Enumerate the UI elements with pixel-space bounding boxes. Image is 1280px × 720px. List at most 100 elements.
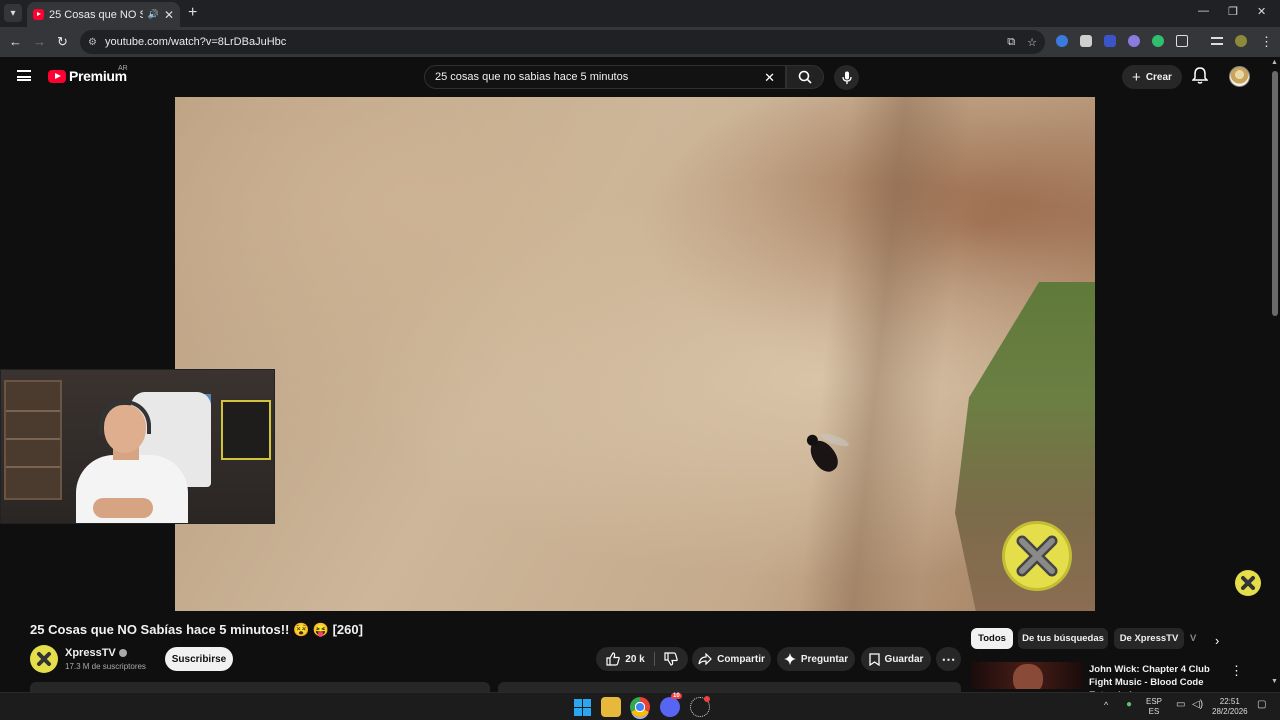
- youtube-premium-logo[interactable]: Premium AR: [48, 65, 128, 84]
- search-input[interactable]: 25 cosas que no sabias hace 5 minutos ✕: [424, 65, 786, 89]
- windows-start-icon[interactable]: [572, 697, 592, 717]
- search-icon: [798, 70, 812, 84]
- webcam-shelf: [4, 380, 62, 500]
- scroll-down-icon[interactable]: ▼: [1271, 678, 1278, 685]
- scrollbar-thumb[interactable]: [1272, 71, 1278, 316]
- channel-name[interactable]: XpressTV: [65, 647, 127, 659]
- create-button[interactable]: + Crear: [1122, 65, 1182, 89]
- dislike-icon[interactable]: [664, 652, 678, 666]
- ask-label: Preguntar: [800, 653, 849, 665]
- ask-button[interactable]: Preguntar: [777, 647, 855, 671]
- reading-list-icon[interactable]: [1211, 37, 1223, 45]
- share-button[interactable]: Compartir: [692, 647, 771, 671]
- more-actions-button[interactable]: ⋯: [936, 647, 961, 671]
- xpresstv-logo-icon: [37, 652, 51, 666]
- share-label: Compartir: [717, 653, 765, 665]
- like-icon[interactable]: [606, 652, 621, 666]
- notifications-button[interactable]: [1191, 67, 1209, 90]
- save-button[interactable]: Guardar: [861, 647, 931, 671]
- volume-icon[interactable]: ◁): [1192, 700, 1203, 710]
- notification-center-icon[interactable]: ▢: [1257, 700, 1266, 710]
- extension-spotify-icon[interactable]: [1152, 35, 1164, 47]
- search-button[interactable]: [786, 65, 824, 89]
- forward-icon[interactable]: →: [33, 34, 46, 49]
- page-scrollbar[interactable]: ▲ ▼: [1270, 57, 1280, 692]
- country-code: AR: [118, 65, 128, 72]
- tray-mic-icon[interactable]: ●: [1126, 700, 1132, 710]
- extension-shield-icon[interactable]: [1080, 35, 1092, 47]
- tab-search-icon[interactable]: ▾: [4, 4, 22, 22]
- scroll-up-icon[interactable]: ▲: [1271, 59, 1278, 66]
- notification-dot: [704, 696, 710, 702]
- menu-icon[interactable]: [17, 70, 31, 81]
- recommendation-menu-icon[interactable]: ⋮: [1230, 663, 1243, 679]
- channel-avatar[interactable]: [30, 645, 58, 673]
- extension-vpn-icon[interactable]: [1104, 35, 1116, 47]
- comments-box[interactable]: [498, 682, 961, 692]
- video-title: 25 Cosas que NO Sabías hace 5 minutos!! …: [30, 622, 363, 637]
- browser-toolbar: ← → ↻ ⚙ youtube.com/watch?v=8LrDBaJuHbc …: [0, 27, 1280, 57]
- recommendation-thumbnail[interactable]: [971, 662, 1083, 689]
- browser-tab-strip: ▾ 25 Cosas que NO Sabías hace 5 minutos …: [0, 0, 1280, 27]
- channel-name-text[interactable]: XpressTV: [65, 647, 116, 659]
- chip-from-xpresstv[interactable]: De XpressTV: [1114, 628, 1184, 649]
- network-icon[interactable]: ▭: [1176, 700, 1185, 710]
- webcam-frame: [221, 400, 271, 460]
- extension-sound-icon[interactable]: [1056, 35, 1068, 47]
- search-query[interactable]: 25 cosas que no sabias hace 5 minutos: [435, 71, 628, 83]
- url-text[interactable]: youtube.com/watch?v=8LrDBaJuHbc: [105, 36, 286, 48]
- xpresstv-side-logo: [1235, 570, 1261, 596]
- site-info-icon[interactable]: ⚙: [88, 37, 97, 48]
- close-window-button[interactable]: ✕: [1257, 5, 1266, 18]
- tab-close-icon[interactable]: ✕: [164, 8, 174, 22]
- bookmark-icon: [868, 652, 880, 666]
- app-icon[interactable]: [690, 696, 710, 717]
- language-indicator[interactable]: ESP ES: [1146, 697, 1162, 717]
- plus-icon: +: [1132, 68, 1141, 86]
- extension-cloud-icon[interactable]: [1128, 35, 1140, 47]
- extensions-puzzle-icon[interactable]: [1176, 35, 1188, 47]
- chip-from-searches[interactable]: De tus búsquedas: [1018, 628, 1108, 649]
- user-avatar[interactable]: [1229, 66, 1250, 87]
- language-code: ESP: [1146, 697, 1163, 706]
- youtube-header: Premium AR 25 cosas que no sabias hace 5…: [0, 57, 1270, 97]
- address-bar[interactable]: ⚙ youtube.com/watch?v=8LrDBaJuHbc ⧉ ☆: [80, 30, 1045, 54]
- share-icon: [698, 653, 712, 665]
- chip-partial[interactable]: V: [1190, 628, 1206, 649]
- clear-search-icon[interactable]: ✕: [764, 70, 775, 86]
- like-dislike-group: 20 k: [596, 647, 688, 671]
- profile-avatar-icon[interactable]: [1235, 35, 1247, 47]
- description-box[interactable]: [30, 682, 490, 692]
- tab-title: 25 Cosas que NO Sabías hace 5 minutos: [49, 8, 143, 21]
- cast-icon[interactable]: ⧉: [1007, 36, 1015, 49]
- chrome-icon[interactable]: [630, 697, 650, 717]
- chips-next-icon[interactable]: ›: [1215, 633, 1219, 648]
- active-tab[interactable]: 25 Cosas que NO Sabías hace 5 minutos 🔊 …: [27, 2, 180, 27]
- webcam-person-hands: [93, 498, 153, 518]
- subscribe-button[interactable]: Suscribirse: [165, 647, 233, 671]
- video-player[interactable]: [175, 97, 1095, 611]
- minimize-button[interactable]: —: [1198, 5, 1209, 17]
- reload-icon[interactable]: ↻: [57, 34, 68, 50]
- like-separator: [653, 652, 655, 666]
- clock[interactable]: 22:51 28/2/2026: [1212, 697, 1248, 717]
- bookmark-star-icon[interactable]: ☆: [1027, 36, 1037, 49]
- new-tab-button[interactable]: +: [188, 4, 197, 22]
- youtube-play-icon: [48, 69, 66, 83]
- webcam-overlay: [0, 369, 275, 524]
- tab-audio-icon[interactable]: 🔊: [148, 9, 159, 20]
- restore-button[interactable]: ❐: [1228, 5, 1238, 18]
- file-explorer-icon[interactable]: [601, 697, 621, 717]
- windows-taskbar: 10 ^ ● ESP ES ▭ ◁) 22:51 28/2/2026 ▢: [0, 692, 1280, 720]
- like-count[interactable]: 20 k: [625, 654, 644, 665]
- youtube-favicon-icon: [33, 9, 44, 20]
- browser-menu-icon[interactable]: ⋮: [1260, 34, 1273, 50]
- discord-icon[interactable]: 10: [660, 693, 682, 717]
- clock-date: 28/2/2026: [1212, 707, 1248, 716]
- bell-icon: [1191, 67, 1209, 84]
- voice-search-button[interactable]: [834, 65, 859, 90]
- subscriber-count: 17.3 M de suscriptores: [65, 662, 146, 671]
- tray-overflow-icon[interactable]: ^: [1104, 700, 1108, 710]
- back-icon[interactable]: ←: [9, 34, 22, 49]
- chip-todos[interactable]: Todos: [971, 628, 1013, 649]
